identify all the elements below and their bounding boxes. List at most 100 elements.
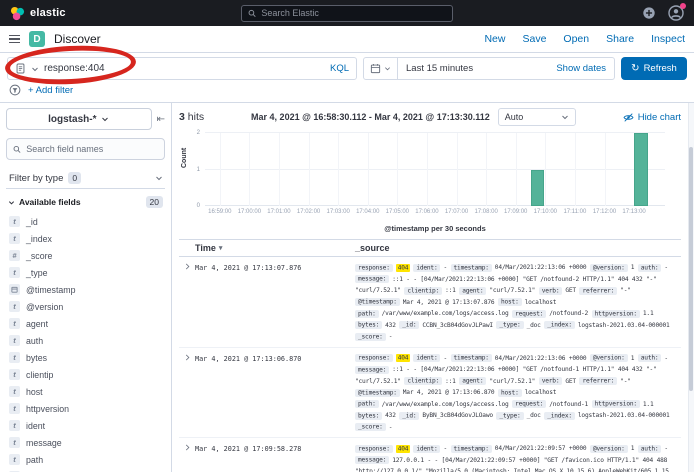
field-name: @timestamp xyxy=(26,285,76,295)
field-item-agent[interactable]: tagent xyxy=(6,315,165,332)
field-badge: @version: xyxy=(590,264,628,272)
global-search[interactable] xyxy=(241,5,453,22)
field-item-clientip[interactable]: tclientip xyxy=(6,366,165,383)
field-search[interactable] xyxy=(6,138,165,160)
action-save[interactable]: Save xyxy=(522,33,546,45)
action-share[interactable]: Share xyxy=(606,33,634,45)
source-text: - xyxy=(389,333,396,340)
field-item-version[interactable]: t@version xyxy=(6,298,165,315)
chevron-down-icon xyxy=(8,199,15,206)
source-text: 1.1 xyxy=(643,310,657,317)
source-text: 04/Mar/2021:22:09:57 +0000 xyxy=(495,445,590,452)
source-text: Mar 4, 2021 @ 17:13:06.870 xyxy=(403,389,498,396)
field-item-httpversion[interactable]: thttpversion xyxy=(6,400,165,417)
index-pattern-select[interactable]: logstash-* xyxy=(6,108,152,130)
x-axis-label: @timestamp per 30 seconds xyxy=(205,224,665,233)
add-filter-button[interactable]: + Add filter xyxy=(28,85,73,96)
refresh-button[interactable]: ↻ Refresh xyxy=(621,57,687,80)
gridline xyxy=(279,133,280,206)
action-inspect[interactable]: Inspect xyxy=(651,33,685,45)
interval-select[interactable]: Auto xyxy=(498,108,576,126)
calendar-icon xyxy=(370,63,381,74)
source-text: ByBN_3cB04dGovJLOawo xyxy=(422,412,496,419)
row-time: Mar 4, 2021 @ 17:13:06.870 xyxy=(195,353,355,434)
source-text: 04/Mar/2021:22:13:06 +0000 xyxy=(495,264,590,271)
field-badge: message: xyxy=(355,275,389,283)
gridline xyxy=(427,133,428,206)
action-open[interactable]: Open xyxy=(563,33,589,45)
time-range-value[interactable]: Last 15 minutes xyxy=(398,63,556,74)
field-badge: httpversion: xyxy=(592,310,640,318)
gridline xyxy=(397,133,398,206)
discover-app-badge[interactable]: D xyxy=(29,31,45,47)
field-item-timestamp[interactable]: @timestamp xyxy=(6,281,165,298)
user-avatar[interactable] xyxy=(668,5,684,21)
page-title: Discover xyxy=(54,32,101,46)
available-fields-header[interactable]: Available fields 20 xyxy=(6,196,165,208)
field-item-ident[interactable]: tident xyxy=(6,417,165,434)
column-time[interactable]: Time ▾ xyxy=(179,243,355,253)
histogram-bar[interactable] xyxy=(531,170,545,207)
source-text: GET xyxy=(565,378,579,385)
field-name: _id xyxy=(26,217,38,227)
chevron-down-icon[interactable] xyxy=(31,65,39,73)
hide-chart-button[interactable]: Hide chart xyxy=(623,112,681,123)
sort-descending-icon[interactable]: ▾ xyxy=(219,244,223,252)
field-item-message[interactable]: tmessage xyxy=(6,434,165,451)
saved-query-icon[interactable] xyxy=(15,63,26,74)
y-tick-label: 1 xyxy=(197,167,200,173)
y-axis-label: Count xyxy=(181,148,188,168)
x-tick-label: 17:09:00 xyxy=(504,209,527,215)
field-name: auth xyxy=(26,336,43,346)
highlighted-value: 404 xyxy=(396,264,411,272)
kql-query-input[interactable] xyxy=(44,63,325,74)
source-text: localhost xyxy=(525,389,560,396)
calendar-button[interactable] xyxy=(364,58,398,79)
deployment-icon[interactable] xyxy=(642,6,656,20)
action-new[interactable]: New xyxy=(484,33,505,45)
source-text: localhost xyxy=(525,299,560,306)
documents-table: Time ▾ _source Mar 4, 2021 @ 17:13:07.87… xyxy=(179,239,681,472)
global-search-input[interactable] xyxy=(261,8,446,18)
source-text: 432 xyxy=(385,322,399,329)
expand-caret-icon[interactable] xyxy=(179,353,195,434)
kql-toggle[interactable]: KQL xyxy=(330,63,349,74)
field-badge: ident: xyxy=(413,264,440,272)
field-badge: _id: xyxy=(399,412,419,420)
source-text: - xyxy=(664,264,671,271)
field-item-auth[interactable]: tauth xyxy=(6,332,165,349)
source-text: 04/Mar/2021:22:13:06 +0000 xyxy=(495,355,590,362)
filter-by-type[interactable]: Filter by type 0 xyxy=(6,168,165,189)
field-item-path[interactable]: tpath xyxy=(6,451,165,468)
field-item-type[interactable]: t_type xyxy=(6,264,165,281)
show-dates-link[interactable]: Show dates xyxy=(556,63,614,74)
scrollbar-thumb[interactable] xyxy=(689,147,693,391)
collapse-sidebar-icon[interactable]: ⇤ xyxy=(157,114,165,125)
field-badge: timestamp: xyxy=(451,445,492,453)
elastic-brand[interactable]: elastic xyxy=(10,6,66,21)
gridline xyxy=(516,133,517,206)
field-item-host[interactable]: thost xyxy=(6,383,165,400)
source-text: - xyxy=(443,264,450,271)
vertical-scrollbar[interactable] xyxy=(688,103,694,472)
field-item-bytes[interactable]: tbytes xyxy=(6,349,165,366)
source-text: - xyxy=(389,424,396,431)
menu-icon[interactable] xyxy=(9,35,20,44)
field-item-id[interactable]: t_id xyxy=(6,213,165,230)
highlighted-value: 404 xyxy=(396,445,411,453)
field-badge: _score: xyxy=(355,333,386,341)
field-badge: ident: xyxy=(413,354,440,362)
field-item-index[interactable]: t_index xyxy=(6,230,165,247)
row-source: response:404ident:- timestamp:04/Mar/202… xyxy=(355,262,681,343)
filter-options-icon[interactable] xyxy=(9,84,21,96)
query-input[interactable]: KQL xyxy=(7,57,357,80)
histogram-bar[interactable] xyxy=(634,133,648,206)
field-badge: _score: xyxy=(355,423,386,431)
field-item-referrer[interactable]: treferrer xyxy=(6,468,165,472)
fields-sidebar: logstash-* ⇤ Filter by type 0 xyxy=(0,103,172,472)
field-name: path xyxy=(26,455,43,465)
field-item-score[interactable]: #_score xyxy=(6,247,165,264)
field-search-input[interactable] xyxy=(26,144,158,154)
expand-caret-icon[interactable] xyxy=(179,443,195,472)
expand-caret-icon[interactable] xyxy=(179,262,195,343)
